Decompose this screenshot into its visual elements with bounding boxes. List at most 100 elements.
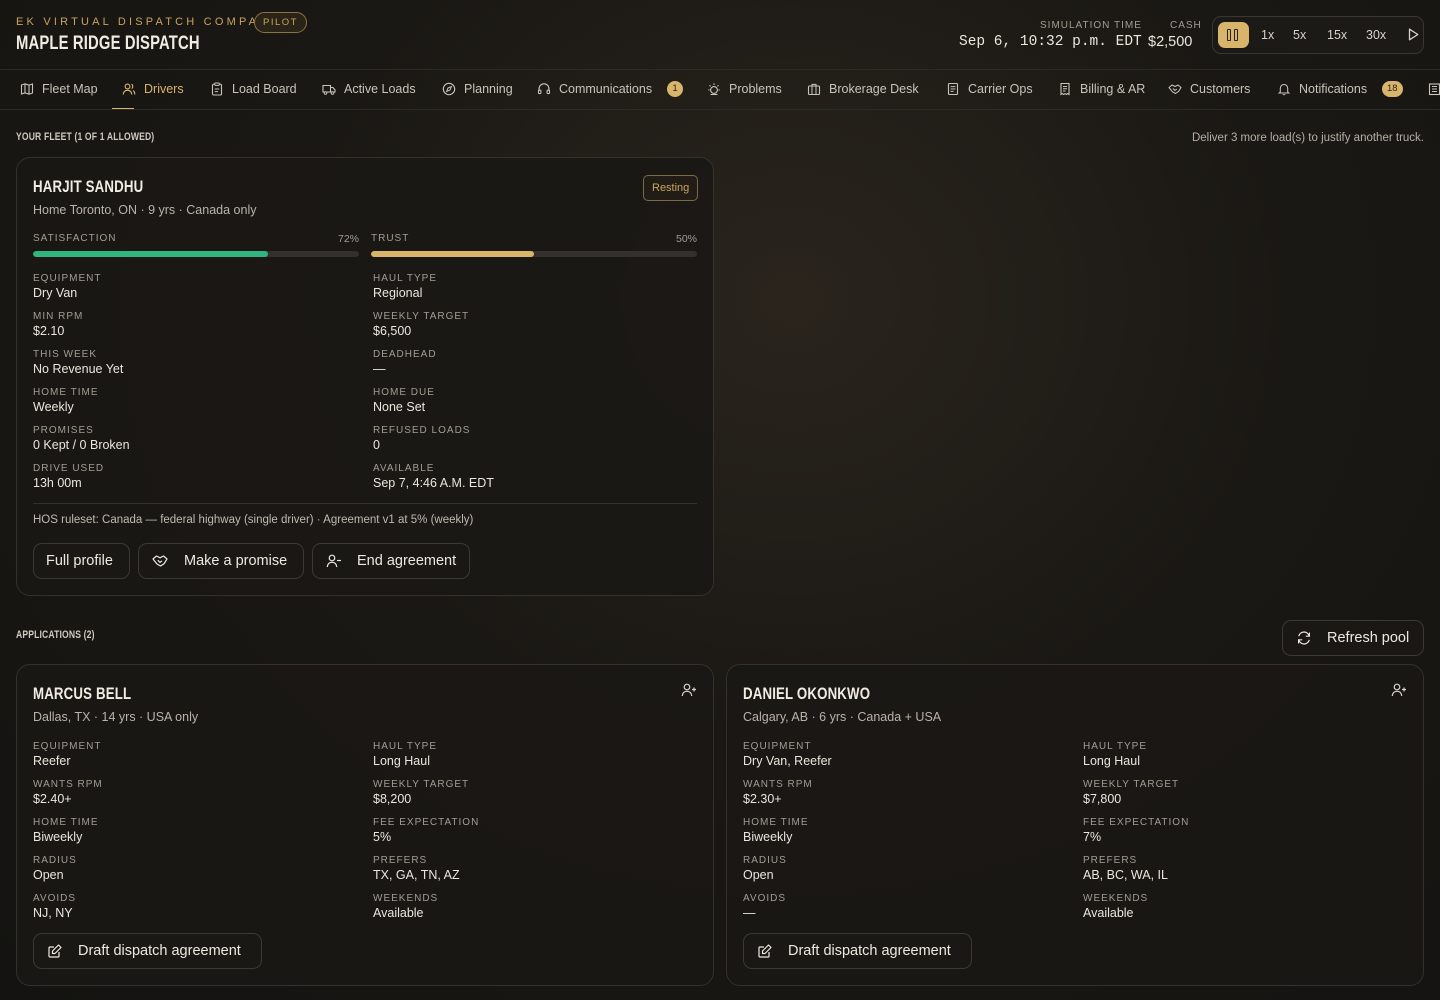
field-value: 13h 00m (33, 476, 82, 490)
map-icon (20, 83, 34, 95)
card-divider (33, 503, 697, 504)
notifications-badge: 18 (1382, 81, 1403, 97)
play-icon[interactable] (1408, 28, 1419, 41)
trust-fill (371, 251, 534, 257)
speed-control: 1x 5x 15x 30x (1212, 16, 1424, 54)
field-label: HOME TIME (33, 387, 99, 398)
field-value: Dry Van, Reefer (743, 754, 832, 768)
field-label: FEE EXPECTATION (1083, 817, 1190, 828)
fleet-hint: Deliver 3 more load(s) to justify anothe… (1191, 132, 1424, 144)
handshake-icon (152, 555, 168, 567)
field-value: 5% (373, 830, 392, 844)
field-label: HAUL TYPE (373, 273, 438, 284)
draft-agreement-button[interactable]: Draft dispatch agreement (33, 933, 262, 969)
truck-icon (322, 84, 336, 95)
building-icon (1428, 83, 1440, 96)
document-icon (947, 82, 959, 96)
add-user-icon[interactable] (1391, 682, 1407, 698)
add-user-icon[interactable] (681, 682, 697, 698)
trust-bar (371, 251, 697, 257)
field-value: $8,200 (373, 792, 412, 806)
edit-icon (758, 944, 772, 958)
field-value: Available (373, 906, 424, 920)
trust-label: TRUST (371, 233, 410, 244)
field-label: HOME TIME (33, 817, 99, 828)
field-label: AVAILABLE (373, 463, 435, 474)
satisfaction-label: SATISFACTION (33, 233, 117, 244)
satisfaction-fill (33, 251, 268, 257)
field-label: WANTS RPM (33, 779, 103, 790)
speed-15x-button[interactable]: 15x (1327, 17, 1347, 53)
pause-icon (1227, 29, 1231, 41)
field-value: — (373, 362, 386, 376)
applications-section-title: APPLICATIONS (2) (16, 629, 95, 641)
field-value: Biweekly (33, 830, 83, 844)
full-profile-button[interactable]: Full profile (33, 543, 130, 579)
field-label: HOME DUE (373, 387, 435, 398)
field-value: Open (743, 868, 774, 882)
field-label: WEEKLY TARGET (373, 779, 470, 790)
field-label: MIN RPM (33, 311, 84, 322)
tier-badge: PILOT (254, 12, 307, 33)
field-value: None Set (373, 400, 426, 414)
field-label: AVOIDS (33, 893, 77, 904)
satisfaction-bar (33, 251, 359, 257)
speed-1x-button[interactable]: 1x (1261, 17, 1274, 53)
communications-badge: 1 (667, 81, 683, 97)
application-card: MARCUS BELL Dallas, TX · 14 yrs · USA on… (16, 664, 714, 986)
end-agreement-button[interactable]: End agreement (312, 543, 470, 579)
field-label: FEE EXPECTATION (373, 817, 480, 828)
field-label: DRIVE USED (33, 463, 105, 474)
fleet-section-title: YOUR FLEET (1 OF 1 ALLOWED) (16, 131, 155, 143)
field-value: $2.40+ (33, 792, 72, 806)
field-label: HAUL TYPE (373, 741, 438, 752)
field-label: HAUL TYPE (1083, 741, 1148, 752)
speed-5x-button[interactable]: 5x (1293, 17, 1306, 53)
cash-label: CASH (1170, 20, 1202, 31)
field-value: $7,800 (1083, 792, 1122, 806)
make-promise-button[interactable]: Make a promise (138, 543, 304, 579)
driver-name: HARJIT SANDHU (33, 177, 144, 196)
field-label: WEEKENDS (1083, 893, 1149, 904)
field-value: Long Haul (373, 754, 430, 768)
field-value: Regional (373, 286, 423, 300)
field-value: $2.30+ (743, 792, 782, 806)
bell-icon (1277, 83, 1291, 96)
applicant-name: DANIEL OKONKWO (743, 684, 871, 703)
field-value: $2.10 (33, 324, 65, 338)
main-nav: Fleet Map Drivers Load Board Active Load… (0, 70, 1440, 110)
speed-30x-button[interactable]: 30x (1366, 17, 1386, 53)
receipt-icon (1060, 82, 1070, 96)
field-label: PREFERS (1083, 855, 1138, 866)
satisfaction-percent: 72% (337, 233, 359, 245)
brand-title: MAPLE RIDGE DISPATCH (16, 33, 200, 54)
field-value: Sep 7, 4:46 A.M. EDT (373, 476, 494, 490)
field-value: Biweekly (743, 830, 793, 844)
trust-percent: 50% (675, 233, 697, 245)
hos-ruleset: HOS ruleset: Canada — federal highway (s… (33, 514, 474, 526)
pause-button[interactable] (1218, 22, 1249, 48)
field-label: AVOIDS (743, 893, 787, 904)
user-minus-icon (326, 554, 341, 568)
briefcase-icon (807, 83, 821, 96)
sim-time-label: SIMULATION TIME (1040, 20, 1142, 31)
field-label: PREFERS (373, 855, 428, 866)
field-value: NJ, NY (33, 906, 73, 920)
field-label: RADIUS (743, 855, 787, 866)
handshake-icon (1168, 84, 1182, 95)
field-value: Open (33, 868, 64, 882)
field-label: REFUSED LOADS (373, 425, 471, 436)
clipboard-icon (211, 82, 223, 96)
driver-subtitle: Home Toronto, ON · 9 yrs · Canada only (33, 203, 257, 217)
draft-agreement-button[interactable]: Draft dispatch agreement (743, 933, 972, 969)
refresh-pool-button[interactable]: Refresh pool (1282, 620, 1424, 656)
field-value: Long Haul (1083, 754, 1140, 768)
field-value: Reefer (33, 754, 71, 768)
field-label: WANTS RPM (743, 779, 813, 790)
applicant-subtitle: Calgary, AB · 6 yrs · Canada + USA (743, 710, 942, 724)
field-value: Dry Van (33, 286, 78, 300)
status-badge: Resting (643, 175, 699, 201)
field-label: EQUIPMENT (33, 741, 102, 752)
field-label: PROMISES (33, 425, 94, 436)
field-value: Available (1083, 906, 1134, 920)
